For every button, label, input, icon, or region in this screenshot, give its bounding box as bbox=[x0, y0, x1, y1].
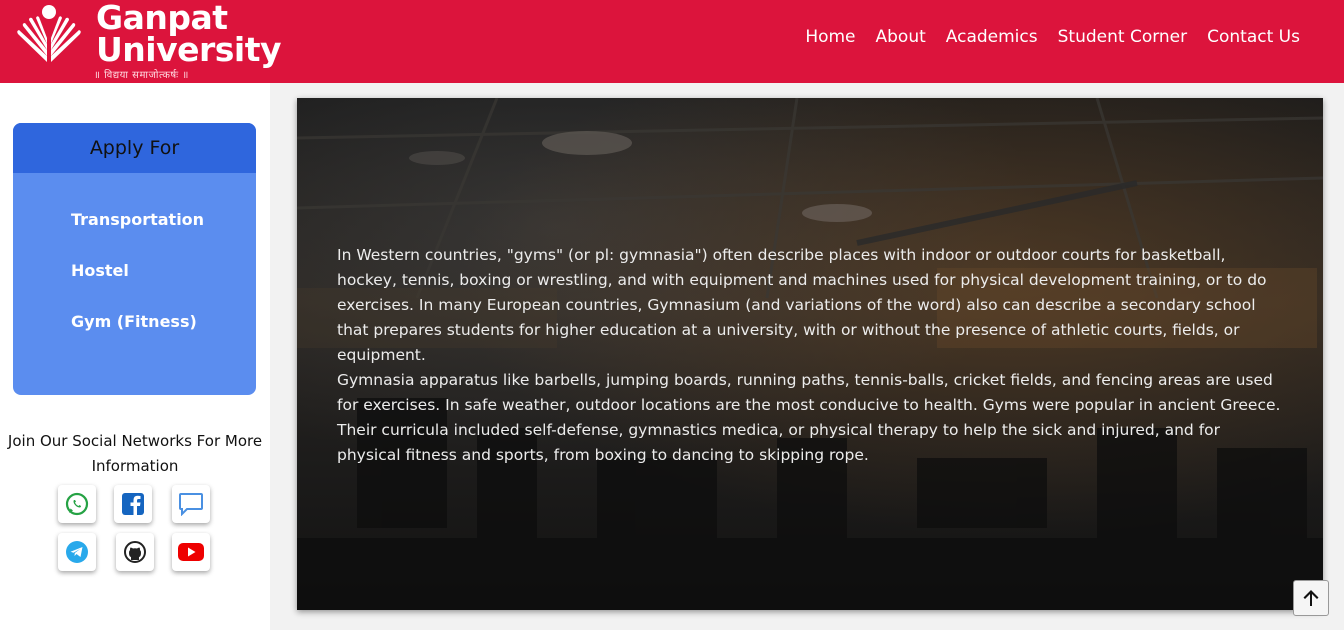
youtube-icon[interactable] bbox=[172, 533, 210, 571]
telegram-icon[interactable] bbox=[58, 533, 96, 571]
main-nav: Home About Academics Student Corner Cont… bbox=[805, 27, 1300, 47]
gym-paragraph-1: In Western countries, "gyms" (or pl: gym… bbox=[337, 246, 1267, 364]
apply-item-gym[interactable]: Gym (Fitness) bbox=[71, 300, 256, 351]
apply-item-hostel[interactable]: Hostel bbox=[71, 249, 256, 300]
sidebar: Apply For Transportation Hostel Gym (Fit… bbox=[0, 83, 270, 630]
arrow-up-icon bbox=[1303, 590, 1319, 606]
github-icon[interactable] bbox=[116, 533, 154, 571]
site-header: Ganpat University ॥ विद्यया समाजोत्कर्षः… bbox=[0, 0, 1344, 83]
apply-for-title: Apply For bbox=[13, 123, 256, 173]
scroll-top-button[interactable] bbox=[1293, 580, 1329, 616]
logo-name: Ganpat University bbox=[96, 1, 282, 69]
gym-paragraph-2: Gymnasia apparatus like barbells, jumpin… bbox=[337, 371, 1281, 464]
chat-icon[interactable] bbox=[172, 485, 210, 523]
nav-contact-us[interactable]: Contact Us bbox=[1207, 27, 1300, 47]
gym-info-panel: In Western countries, "gyms" (or pl: gym… bbox=[297, 98, 1323, 610]
logo-tagline: ॥ विद्यया समाजोत्कर्षः ॥ bbox=[94, 70, 189, 81]
social-title: Join Our Social Networks For More Inform… bbox=[7, 432, 263, 475]
apply-for-list: Transportation Hostel Gym (Fitness) bbox=[13, 173, 256, 351]
whatsapp-icon[interactable] bbox=[58, 485, 96, 523]
apply-item-transportation[interactable]: Transportation bbox=[71, 198, 256, 249]
gym-description: In Western countries, "gyms" (or pl: gym… bbox=[337, 243, 1287, 468]
facebook-icon[interactable] bbox=[114, 485, 152, 523]
nav-about[interactable]: About bbox=[876, 27, 926, 47]
nav-academics[interactable]: Academics bbox=[946, 27, 1038, 47]
apply-for-card: Apply For Transportation Hostel Gym (Fit… bbox=[13, 123, 256, 395]
book-logo-icon bbox=[17, 5, 81, 62]
nav-home[interactable]: Home bbox=[805, 27, 855, 47]
logo-line2: University bbox=[96, 30, 282, 69]
nav-student-corner[interactable]: Student Corner bbox=[1058, 27, 1188, 47]
university-logo[interactable]: Ganpat University ॥ विद्यया समाजोत्कर्षः… bbox=[14, 1, 282, 81]
